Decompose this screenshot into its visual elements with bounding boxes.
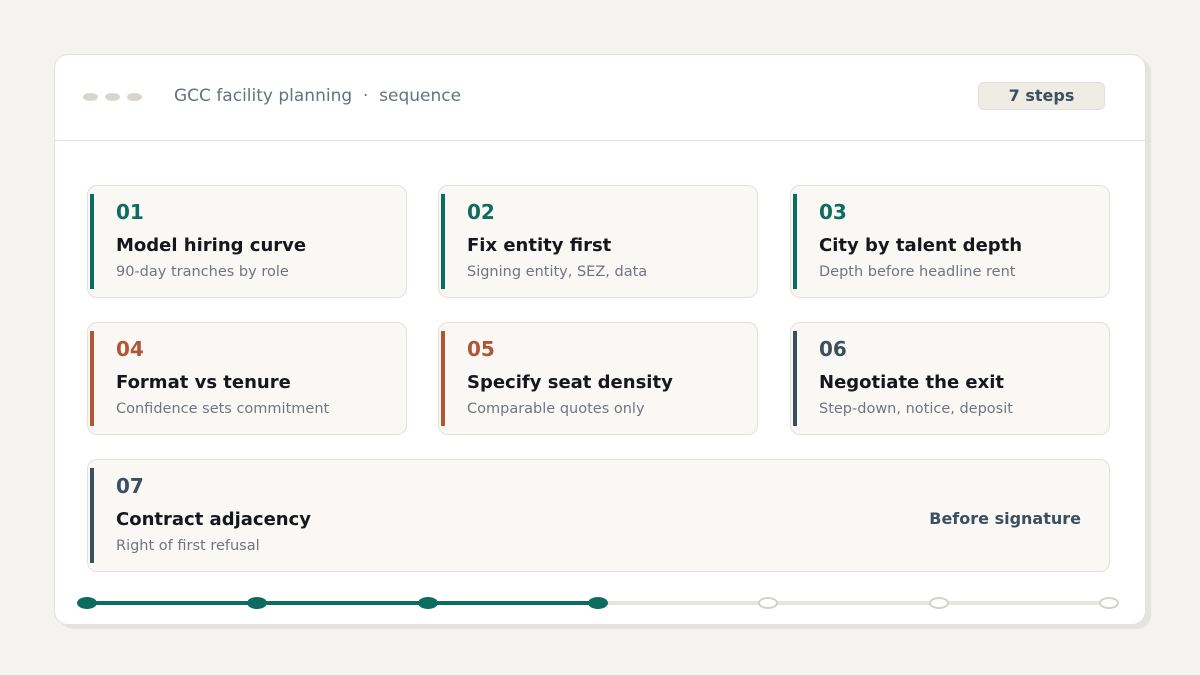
progress-fill	[87, 601, 598, 605]
window-dot-icon[interactable]	[83, 93, 98, 101]
step-subtitle: Right of first refusal	[116, 538, 260, 554]
step-subtitle: Depth before headline rent	[819, 264, 1016, 280]
progress-step-marker[interactable]	[77, 597, 97, 609]
progress-step-marker[interactable]	[417, 597, 438, 609]
step-title: Model hiring curve	[116, 235, 307, 256]
progress-step-marker[interactable]	[758, 597, 779, 609]
step-card-2[interactable]: 02 Fix entity first Signing entity, SEZ,…	[438, 185, 758, 298]
step-accent-bar	[90, 468, 94, 563]
progress-step-marker[interactable]	[247, 597, 268, 609]
step-title: Format vs tenure	[116, 372, 291, 393]
step-number: 05	[467, 337, 495, 361]
step-number: 06	[819, 337, 847, 361]
window-title: GCC facility planning · sequence	[174, 86, 462, 106]
step-card-4[interactable]: 04 Format vs tenure Confidence sets comm…	[87, 322, 407, 435]
window-titlebar: GCC facility planning · sequence 7 steps	[55, 55, 1145, 141]
step-number: 07	[116, 474, 144, 498]
step-card-1[interactable]: 01 Model hiring curve 90-day tranches by…	[87, 185, 407, 298]
window-controls	[83, 93, 142, 101]
progress-step-marker[interactable]	[1099, 597, 1119, 609]
step-accent-bar	[441, 331, 445, 426]
step-number: 02	[467, 200, 495, 224]
step-title: Fix entity first	[467, 235, 612, 256]
step-accent-bar	[90, 194, 94, 289]
step-title: City by talent depth	[819, 235, 1023, 256]
step-card-7[interactable]: 07 Contract adjacency Right of first ref…	[87, 459, 1110, 572]
steps-count-badge: 7 steps	[978, 82, 1105, 110]
step-title: Specify seat density	[467, 372, 673, 393]
progress-step-marker[interactable]	[928, 597, 949, 609]
step-subtitle: 90-day tranches by role	[116, 264, 289, 280]
step-number: 04	[116, 337, 144, 361]
step-title: Contract adjacency	[116, 509, 312, 530]
step-accent-bar	[793, 331, 797, 426]
progress-step-marker[interactable]	[588, 597, 608, 609]
step-subtitle: Confidence sets commitment	[116, 401, 330, 417]
sequence-window: GCC facility planning · sequence 7 steps…	[54, 54, 1146, 625]
step-accent-bar	[793, 194, 797, 289]
step-accent-bar	[90, 331, 94, 426]
window-dot-icon[interactable]	[105, 93, 120, 101]
step-card-6[interactable]: 06 Negotiate the exit Step-down, notice,…	[790, 322, 1110, 435]
step-number: 03	[819, 200, 847, 224]
step-card-3[interactable]: 03 City by talent depth Depth before hea…	[790, 185, 1110, 298]
progress-track	[77, 597, 1119, 609]
step-subtitle: Comparable quotes only	[467, 401, 645, 417]
window-dot-icon[interactable]	[127, 93, 142, 101]
step-subtitle: Step-down, notice, deposit	[819, 401, 1013, 417]
step-timing-note: Before signature	[929, 509, 1081, 528]
step-accent-bar	[441, 194, 445, 289]
step-subtitle: Signing entity, SEZ, data	[467, 264, 648, 280]
step-title: Negotiate the exit	[819, 372, 1005, 393]
step-card-5[interactable]: 05 Specify seat density Comparable quote…	[438, 322, 758, 435]
step-number: 01	[116, 200, 144, 224]
